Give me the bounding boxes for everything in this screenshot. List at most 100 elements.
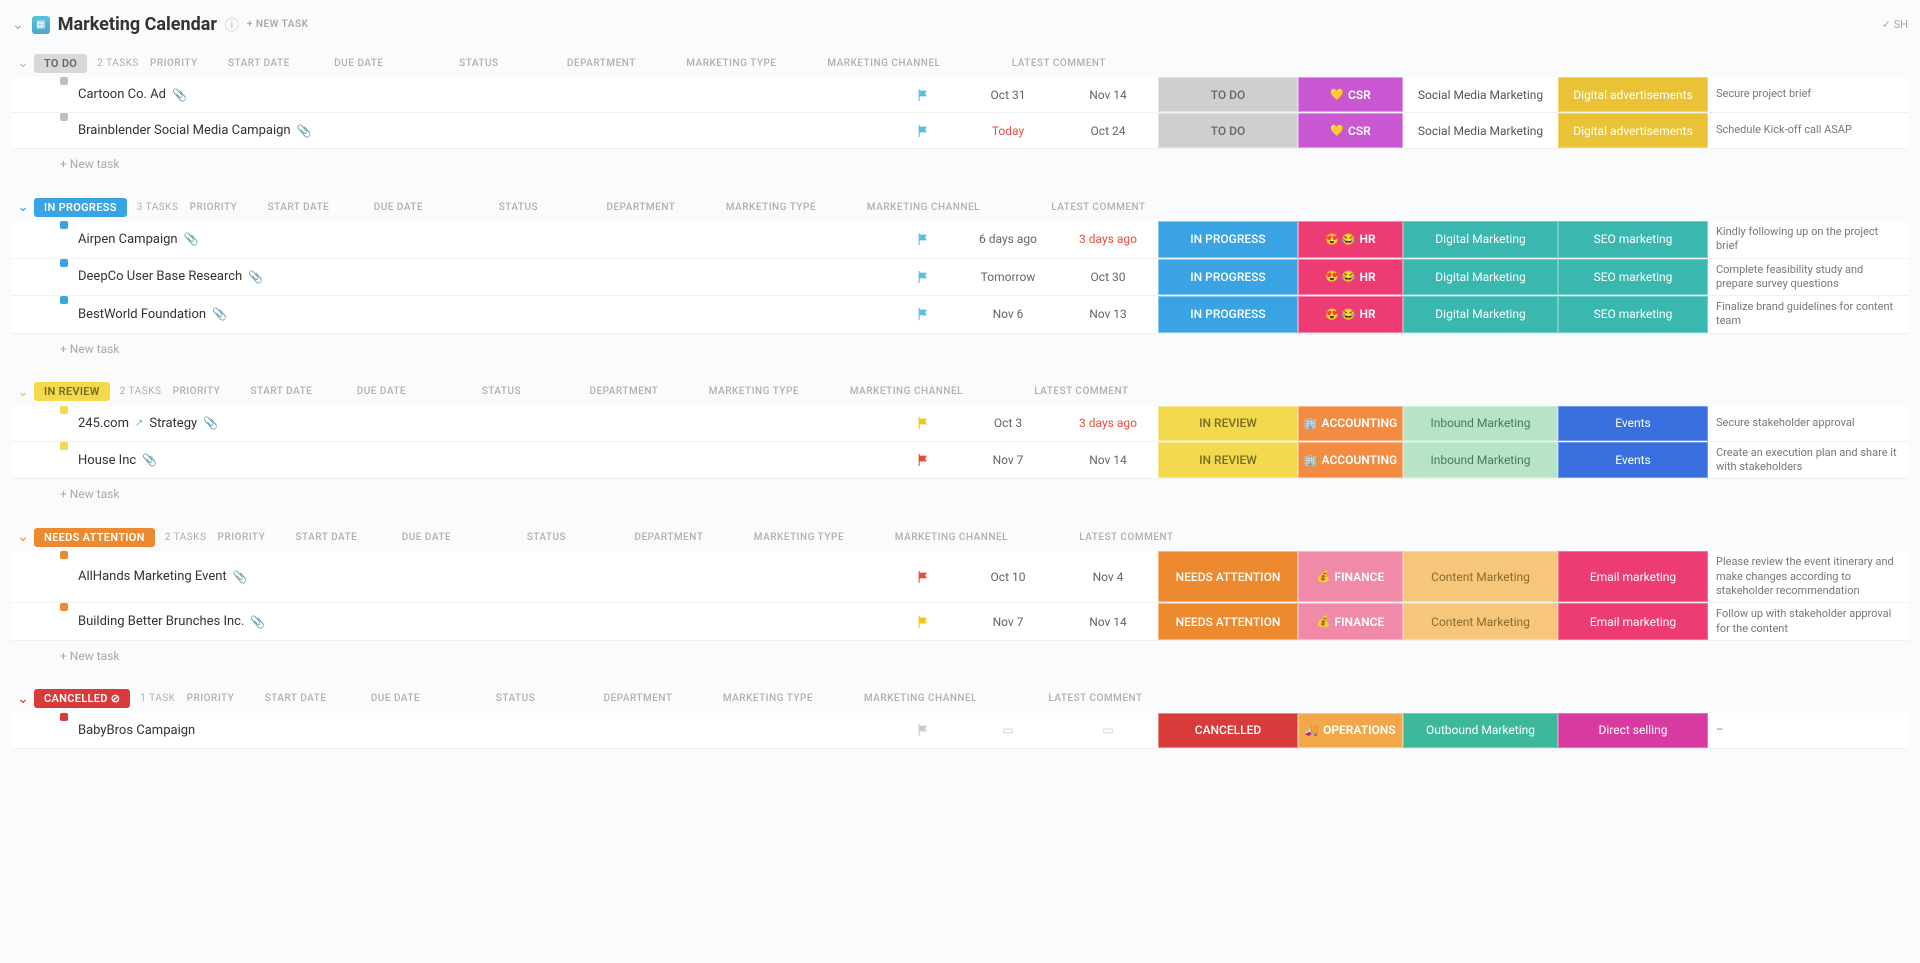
priority-flag[interactable]: [888, 406, 958, 441]
group-name-badge[interactable]: TO DO: [34, 54, 87, 73]
marketing-type-cell[interactable]: Digital Marketing: [1403, 259, 1558, 296]
col-status[interactable]: STATUS: [476, 532, 616, 543]
due-date[interactable]: Nov 14: [1058, 603, 1158, 640]
col-marketing-type[interactable]: MARKETING TYPE: [676, 386, 831, 397]
task-title[interactable]: House Inc 📎: [68, 442, 888, 479]
col-due-date[interactable]: DUE DATE: [345, 693, 445, 704]
col-due-date[interactable]: DUE DATE: [309, 58, 409, 69]
col-latest-comment[interactable]: LATEST COMMENT: [1026, 532, 1226, 543]
task-row[interactable]: Cartoon Co. Ad 📎 Oct 31 Nov 14 TO DO 💛 C…: [12, 77, 1908, 113]
marketing-channel-cell[interactable]: Digital advertisements: [1558, 113, 1708, 148]
status-cell[interactable]: IN REVIEW: [1158, 406, 1298, 441]
col-start-date[interactable]: START DATE: [245, 693, 345, 704]
marketing-channel-cell[interactable]: Events: [1558, 442, 1708, 479]
col-marketing-type[interactable]: MARKETING TYPE: [690, 693, 845, 704]
task-row[interactable]: House Inc 📎 Nov 7 Nov 14 IN REVIEW 🏢 ACC…: [12, 442, 1908, 480]
col-latest-comment[interactable]: LATEST COMMENT: [995, 693, 1195, 704]
due-date[interactable]: Nov 14: [1058, 442, 1158, 479]
col-department[interactable]: DEPARTMENT: [585, 693, 690, 704]
group-collapse-chevron[interactable]: ⌄: [12, 529, 34, 545]
new-task-row[interactable]: + New task: [12, 641, 1908, 663]
marketing-type-cell[interactable]: Inbound Marketing: [1403, 442, 1558, 479]
priority-flag[interactable]: [888, 713, 958, 748]
col-priority[interactable]: PRIORITY: [161, 386, 231, 397]
marketing-channel-cell[interactable]: Events: [1558, 406, 1708, 441]
department-cell[interactable]: 🏢 ACCOUNTING: [1298, 406, 1403, 441]
marketing-channel-cell[interactable]: SEO marketing: [1558, 221, 1708, 258]
col-latest-comment[interactable]: LATEST COMMENT: [998, 202, 1198, 213]
task-title[interactable]: Cartoon Co. Ad 📎: [68, 77, 888, 112]
task-title[interactable]: Airpen Campaign 📎: [68, 221, 888, 258]
marketing-channel-cell[interactable]: SEO marketing: [1558, 259, 1708, 296]
marketing-channel-cell[interactable]: Email marketing: [1558, 551, 1708, 602]
marketing-type-cell[interactable]: Digital Marketing: [1403, 296, 1558, 333]
col-marketing-type[interactable]: MARKETING TYPE: [693, 202, 848, 213]
group-name-badge[interactable]: IN REVIEW: [34, 382, 110, 401]
status-cell[interactable]: IN PROGRESS: [1158, 221, 1298, 258]
marketing-channel-cell[interactable]: Email marketing: [1558, 603, 1708, 640]
task-row[interactable]: 245.com ↗ Strategy 📎 Oct 3 3 days ago IN…: [12, 406, 1908, 442]
marketing-type-cell[interactable]: Digital Marketing: [1403, 221, 1558, 258]
status-cell[interactable]: IN PROGRESS: [1158, 259, 1298, 296]
due-date[interactable]: Nov 13: [1058, 296, 1158, 333]
col-marketing-type[interactable]: MARKETING TYPE: [721, 532, 876, 543]
marketing-type-cell[interactable]: Content Marketing: [1403, 603, 1558, 640]
col-due-date[interactable]: DUE DATE: [331, 386, 431, 397]
marketing-channel-cell[interactable]: SEO marketing: [1558, 296, 1708, 333]
col-status[interactable]: STATUS: [431, 386, 571, 397]
priority-flag[interactable]: [888, 113, 958, 148]
new-task-row[interactable]: + New task: [12, 479, 1908, 501]
marketing-type-cell[interactable]: Social Media Marketing: [1403, 113, 1558, 148]
new-task-row[interactable]: + New task: [12, 334, 1908, 356]
col-status[interactable]: STATUS: [409, 58, 549, 69]
latest-comment-cell[interactable]: Create an execution plan and share it wi…: [1708, 442, 1908, 479]
group-collapse-chevron[interactable]: ⌄: [12, 55, 34, 71]
start-date[interactable]: Oct 10: [958, 551, 1058, 602]
attachment-icon[interactable]: 📎: [203, 416, 218, 430]
status-cell[interactable]: NEEDS ATTENTION: [1158, 551, 1298, 602]
col-latest-comment[interactable]: LATEST COMMENT: [959, 58, 1159, 69]
due-date[interactable]: Oct 30: [1058, 259, 1158, 296]
col-status[interactable]: STATUS: [445, 693, 585, 704]
attachment-icon[interactable]: 📎: [233, 570, 248, 584]
col-start-date[interactable]: START DATE: [276, 532, 376, 543]
status-cell[interactable]: IN REVIEW: [1158, 442, 1298, 479]
col-department[interactable]: DEPARTMENT: [549, 58, 654, 69]
department-cell[interactable]: 💛 CSR: [1298, 77, 1403, 112]
task-row[interactable]: AllHands Marketing Event 📎 Oct 10 Nov 4 …: [12, 551, 1908, 603]
department-cell[interactable]: 😍 😂 HR: [1298, 221, 1403, 258]
latest-comment-cell[interactable]: Kindly following up on the project brief: [1708, 221, 1908, 258]
info-icon[interactable]: ⓘ: [225, 15, 239, 35]
col-due-date[interactable]: DUE DATE: [376, 532, 476, 543]
priority-flag[interactable]: [888, 603, 958, 640]
col-marketing-channel[interactable]: MARKETING CHANNEL: [848, 202, 998, 213]
start-date[interactable]: Nov 7: [958, 603, 1058, 640]
col-status[interactable]: STATUS: [448, 202, 588, 213]
col-priority[interactable]: PRIORITY: [178, 202, 248, 213]
latest-comment-cell[interactable]: Secure project brief: [1708, 77, 1908, 112]
task-row[interactable]: BestWorld Foundation 📎 Nov 6 Nov 13 IN P…: [12, 296, 1908, 334]
status-cell[interactable]: TO DO: [1158, 77, 1298, 112]
task-title[interactable]: BabyBros Campaign: [68, 713, 888, 748]
col-latest-comment[interactable]: LATEST COMMENT: [981, 386, 1181, 397]
col-priority[interactable]: PRIORITY: [175, 693, 245, 704]
col-start-date[interactable]: START DATE: [248, 202, 348, 213]
priority-flag[interactable]: [888, 296, 958, 333]
col-department[interactable]: DEPARTMENT: [616, 532, 721, 543]
col-start-date[interactable]: START DATE: [231, 386, 331, 397]
external-link-icon[interactable]: ↗: [135, 418, 143, 429]
col-due-date[interactable]: DUE DATE: [348, 202, 448, 213]
attachment-icon[interactable]: 📎: [297, 124, 312, 138]
group-name-badge[interactable]: CANCELLED ⊘: [34, 689, 130, 708]
marketing-type-cell[interactable]: Inbound Marketing: [1403, 406, 1558, 441]
group-collapse-chevron[interactable]: ⌄: [12, 691, 34, 707]
col-marketing-channel[interactable]: MARKETING CHANNEL: [831, 386, 981, 397]
department-cell[interactable]: 😍 😂 HR: [1298, 296, 1403, 333]
task-row[interactable]: Building Better Brunches Inc. 📎 Nov 7 No…: [12, 603, 1908, 641]
attachment-icon[interactable]: 📎: [250, 615, 265, 629]
start-date[interactable]: Oct 31: [958, 77, 1058, 112]
start-date[interactable]: Nov 6: [958, 296, 1058, 333]
priority-flag[interactable]: [888, 551, 958, 602]
attachment-icon[interactable]: 📎: [172, 88, 187, 102]
attachment-icon[interactable]: 📎: [212, 307, 227, 321]
